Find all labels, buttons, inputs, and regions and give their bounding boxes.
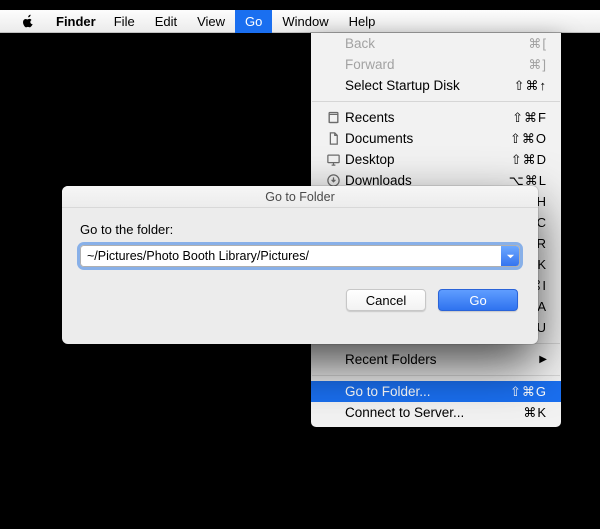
go-menu-forward: Forward ⌘]: [311, 54, 561, 75]
menu-label: Forward: [345, 57, 528, 72]
menubar-app[interactable]: Finder: [48, 10, 104, 33]
shortcut: ⇧⌘O: [510, 131, 547, 147]
button-label: Cancel: [366, 293, 406, 308]
shortcut: ⌘]: [528, 57, 547, 73]
go-menu-connect-server[interactable]: Connect to Server... ⌘K: [311, 402, 561, 423]
menu-separator: [312, 375, 560, 376]
menubar-go[interactable]: Go: [235, 10, 272, 33]
shortcut: ⇧⌘F: [512, 110, 547, 126]
shortcut: ⌘[: [528, 36, 547, 52]
go-menu-recents[interactable]: Recents ⇧⌘F: [311, 107, 561, 128]
menubar-view[interactable]: View: [187, 10, 235, 33]
menu-label: Back: [345, 36, 528, 51]
menu-label: Desktop: [345, 152, 511, 167]
menu-label: Documents: [345, 131, 510, 146]
menu-label: Recent Folders: [345, 352, 539, 367]
button-label: Go: [469, 293, 486, 308]
go-menu-startup-disk[interactable]: Select Startup Disk ⇧⌘↑: [311, 75, 561, 96]
menubar-help[interactable]: Help: [339, 10, 386, 33]
menubar-window[interactable]: Window: [272, 10, 338, 33]
apple-icon: [21, 14, 35, 28]
documents-icon: [323, 131, 343, 146]
menubar: Finder File Edit View Go Window Help: [0, 10, 600, 33]
go-menu-desktop[interactable]: Desktop ⇧⌘D: [311, 149, 561, 170]
go-menu-go-to-folder[interactable]: Go to Folder... ⇧⌘G: [311, 381, 561, 402]
chevron-down-icon: [506, 252, 515, 261]
dialog-title: Go to Folder: [62, 186, 538, 208]
shortcut: ⌘K: [523, 405, 547, 421]
go-menu-back: Back ⌘[: [311, 33, 561, 54]
shortcut: ⇧⌘↑: [514, 78, 547, 94]
menubar-edit[interactable]: Edit: [145, 10, 187, 33]
folder-path-combobox[interactable]: [80, 245, 520, 267]
menu-label: Select Startup Disk: [345, 78, 514, 93]
shortcut: ⇧⌘D: [511, 152, 547, 168]
menu-separator: [312, 101, 560, 102]
cancel-button[interactable]: Cancel: [346, 289, 426, 311]
shortcut: ⇧⌘G: [510, 384, 547, 400]
desktop-icon: [323, 152, 343, 167]
go-menu-recent-folders[interactable]: Recent Folders ▶: [311, 349, 561, 370]
go-menu-documents[interactable]: Documents ⇧⌘O: [311, 128, 561, 149]
folder-path-input[interactable]: [81, 246, 501, 266]
dialog-prompt: Go to the folder:: [80, 222, 520, 237]
apple-menu[interactable]: [20, 14, 36, 28]
menu-label: Connect to Server...: [345, 405, 523, 420]
combobox-dropdown-button[interactable]: [501, 246, 519, 266]
submenu-arrow-icon: ▶: [539, 354, 547, 365]
menu-label: Recents: [345, 110, 512, 125]
go-button[interactable]: Go: [438, 289, 518, 311]
menu-label: Go to Folder...: [345, 384, 510, 399]
menubar-file[interactable]: File: [104, 10, 145, 33]
recents-icon: [323, 110, 343, 125]
go-to-folder-dialog: Go to Folder Go to the folder: Cancel Go: [62, 186, 538, 344]
